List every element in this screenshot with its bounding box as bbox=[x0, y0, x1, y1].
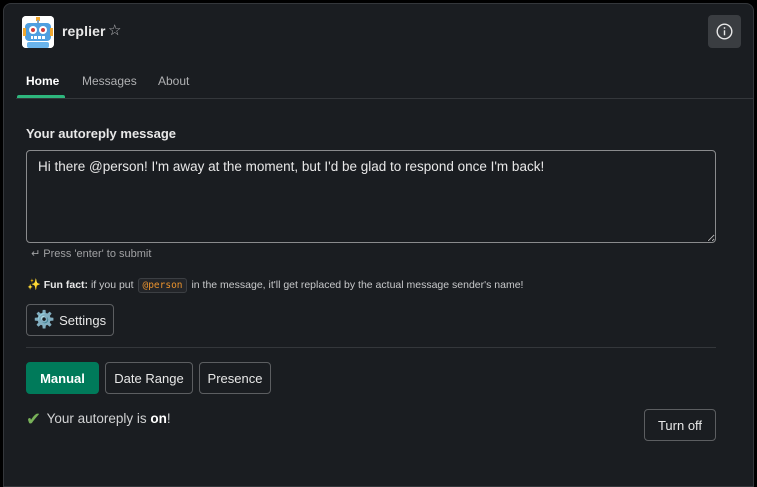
app-avatar bbox=[22, 16, 54, 48]
turn-off-button[interactable]: Turn off bbox=[644, 409, 716, 441]
info-button[interactable] bbox=[708, 15, 741, 48]
tab-about[interactable]: About bbox=[158, 74, 189, 96]
check-icon: ✔ bbox=[26, 409, 42, 429]
status-text-after: ! bbox=[166, 411, 171, 426]
gear-icon: ⚙️ bbox=[33, 310, 56, 329]
submit-hint: ↵ Press 'enter' to submit bbox=[31, 248, 152, 260]
presence-mode-button[interactable]: Presence bbox=[199, 362, 271, 394]
autoreply-status: ✔ Your autoreply is on! bbox=[26, 409, 171, 430]
app-home-window: replier ☆ Home Messages About Your autor… bbox=[3, 3, 754, 487]
tab-home[interactable]: Home bbox=[26, 74, 59, 96]
person-code-chip: @person bbox=[138, 278, 187, 293]
fun-fact-text-after: in the message, it'll get replaced by th… bbox=[188, 279, 524, 291]
robot-icon bbox=[22, 16, 54, 48]
app-header: replier ☆ bbox=[4, 4, 753, 60]
tab-bar: Home Messages About bbox=[16, 66, 753, 99]
star-icon[interactable]: ☆ bbox=[108, 21, 121, 39]
fun-fact-text-before: if you put bbox=[88, 279, 137, 291]
settings-button-label: Settings bbox=[59, 312, 107, 328]
date-range-mode-button[interactable]: Date Range bbox=[105, 362, 193, 394]
fun-fact: ✨ Fun fact: if you put @person in the mes… bbox=[27, 278, 523, 293]
status-text-before: Your autoreply is bbox=[43, 411, 151, 426]
manual-mode-button[interactable]: Manual bbox=[26, 362, 99, 394]
info-icon bbox=[716, 23, 733, 40]
divider bbox=[26, 347, 716, 348]
app-name: replier bbox=[62, 23, 106, 39]
autoreply-message-label: Your autoreply message bbox=[26, 126, 177, 141]
active-tab-indicator bbox=[17, 95, 65, 98]
sparkle-icon: ✨ bbox=[27, 279, 41, 291]
status-state: on bbox=[150, 411, 167, 426]
autoreply-message-input[interactable] bbox=[26, 150, 716, 243]
tab-messages[interactable]: Messages bbox=[82, 74, 137, 96]
settings-button[interactable]: ⚙️ Settings bbox=[26, 304, 114, 336]
fun-fact-label: Fun fact: bbox=[43, 279, 89, 291]
